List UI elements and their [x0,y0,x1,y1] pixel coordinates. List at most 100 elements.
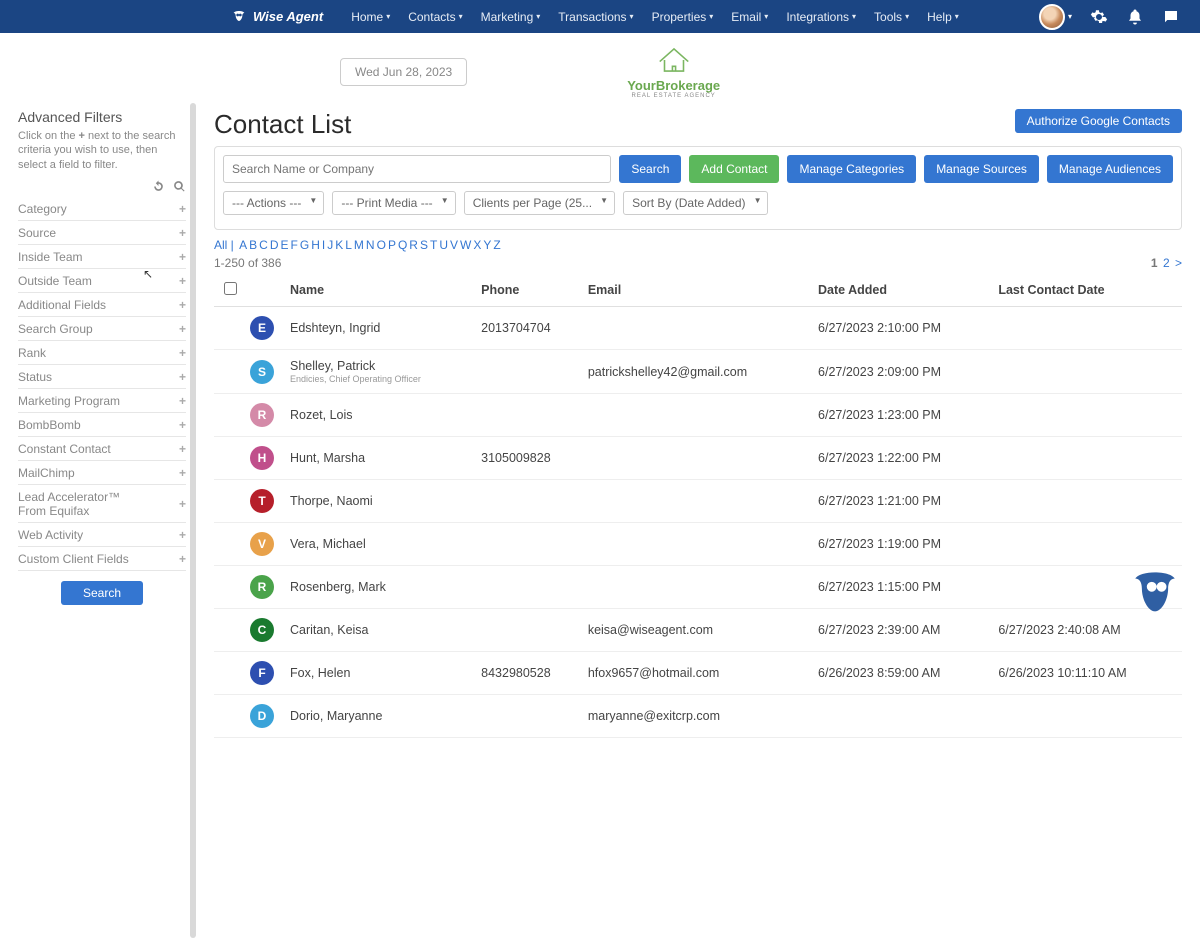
sort-by-select[interactable]: Sort By (Date Added) [623,191,768,215]
add-contact-button[interactable]: Add Contact [689,155,779,183]
alpha-S[interactable]: S [420,238,428,252]
alpha-O[interactable]: O [377,238,386,252]
alpha-L[interactable]: L [345,238,352,252]
col-last-contact[interactable]: Last Contact Date [994,274,1182,307]
authorize-google-button[interactable]: Authorize Google Contacts [1015,109,1182,133]
col-phone[interactable]: Phone [477,274,584,307]
nav-item-integrations[interactable]: Integrations▾ [778,6,864,28]
table-row[interactable]: RRosenberg, Mark6/27/2023 1:15:00 PM [214,566,1182,609]
date-display[interactable]: Wed Jun 28, 2023 [340,58,467,86]
table-row[interactable]: VVera, Michael6/27/2023 1:19:00 PM [214,523,1182,566]
user-avatar-menu[interactable]: ▾ [1039,4,1072,30]
alpha-K[interactable]: K [335,238,343,252]
plus-icon[interactable]: + [179,298,186,312]
alpha-R[interactable]: R [409,238,418,252]
plus-icon[interactable]: + [179,226,186,240]
filter-row[interactable]: Source+ [18,221,186,245]
nav-item-help[interactable]: Help▾ [919,6,967,28]
nav-item-home[interactable]: Home▾ [343,6,398,28]
manage-audiences-button[interactable]: Manage Audiences [1047,155,1173,183]
table-row[interactable]: RRozet, Lois6/27/2023 1:23:00 PM [214,394,1182,437]
filter-row[interactable]: Lead Accelerator™ From Equifax+ [18,485,186,523]
sidebar-search-button[interactable]: Search [61,581,143,605]
filter-row[interactable]: Status+ [18,365,186,389]
filter-row[interactable]: Custom Client Fields+ [18,547,186,571]
alpha-all[interactable]: All | [214,238,237,252]
table-row[interactable]: SShelley, PatrickEndicies, Chief Operati… [214,350,1182,394]
plus-icon[interactable]: + [179,370,186,384]
gear-icon[interactable] [1090,8,1108,26]
filter-row[interactable]: Web Activity+ [18,523,186,547]
alpha-V[interactable]: V [450,238,458,252]
table-row[interactable]: CCaritan, Keisakeisa@wiseagent.com6/27/2… [214,609,1182,652]
plus-icon[interactable]: + [179,528,186,542]
filter-row[interactable]: Outside Team+ [18,269,186,293]
alpha-Z[interactable]: Z [493,238,500,252]
alpha-Q[interactable]: Q [398,238,407,252]
plus-icon[interactable]: + [179,394,186,408]
nav-item-marketing[interactable]: Marketing▾ [473,6,549,28]
plus-icon[interactable]: + [179,466,186,480]
alpha-X[interactable]: X [473,238,481,252]
nav-item-contacts[interactable]: Contacts▾ [400,6,470,28]
alpha-G[interactable]: G [300,238,309,252]
alpha-H[interactable]: H [311,238,320,252]
alpha-F[interactable]: F [291,238,298,252]
table-row[interactable]: HHunt, Marsha31050098286/27/2023 1:22:00… [214,437,1182,480]
plus-icon[interactable]: + [179,274,186,288]
filter-row[interactable]: Additional Fields+ [18,293,186,317]
alpha-U[interactable]: U [439,238,448,252]
alpha-W[interactable]: W [460,238,471,252]
plus-icon[interactable]: + [179,442,186,456]
pager-next[interactable]: > [1175,256,1182,270]
search-input[interactable] [223,155,611,183]
plus-icon[interactable]: + [179,322,186,336]
alpha-M[interactable]: M [354,238,364,252]
nav-item-properties[interactable]: Properties▾ [644,6,722,28]
alpha-B[interactable]: B [249,238,257,252]
alpha-D[interactable]: D [270,238,279,252]
nav-item-email[interactable]: Email▾ [723,6,776,28]
plus-icon[interactable]: + [179,346,186,360]
alpha-I[interactable]: I [322,238,325,252]
pager-page-2[interactable]: 2 [1163,256,1170,270]
manage-categories-button[interactable]: Manage Categories [787,155,916,183]
brand[interactable]: Wise Agent [230,9,323,25]
plus-icon[interactable]: + [179,552,186,566]
col-date-added[interactable]: Date Added [814,274,994,307]
filter-row[interactable]: Inside Team+ [18,245,186,269]
alpha-A[interactable]: A [239,238,247,252]
filter-row[interactable]: MailChimp+ [18,461,186,485]
filter-row[interactable]: Constant Contact+ [18,437,186,461]
filter-row[interactable]: BombBomb+ [18,413,186,437]
refresh-icon[interactable] [152,180,165,193]
filter-row[interactable]: Category+ [18,197,186,221]
table-row[interactable]: FFox, Helen8432980528hfox9657@hotmail.co… [214,652,1182,695]
plus-icon[interactable]: + [179,202,186,216]
search-icon[interactable] [173,180,186,193]
bell-icon[interactable] [1126,8,1144,26]
col-name[interactable]: Name [286,274,477,307]
table-row[interactable]: EEdshteyn, Ingrid20137047046/27/2023 2:1… [214,307,1182,350]
table-row[interactable]: DDorio, Maryannemaryanne@exitcrp.com [214,695,1182,738]
plus-icon[interactable]: + [179,418,186,432]
actions-select[interactable]: --- Actions --- [223,191,324,215]
chat-icon[interactable] [1162,8,1180,26]
nav-item-transactions[interactable]: Transactions▾ [550,6,641,28]
alpha-C[interactable]: C [259,238,268,252]
manage-sources-button[interactable]: Manage Sources [924,155,1039,183]
alpha-T[interactable]: T [430,238,437,252]
nav-item-tools[interactable]: Tools▾ [866,6,917,28]
alpha-E[interactable]: E [281,238,289,252]
clients-per-page-select[interactable]: Clients per Page (25... [464,191,615,215]
filter-row[interactable]: Rank+ [18,341,186,365]
plus-icon[interactable]: + [179,497,186,511]
search-button[interactable]: Search [619,155,681,183]
alpha-Y[interactable]: Y [483,238,491,252]
alpha-J[interactable]: J [327,238,333,252]
select-all-checkbox[interactable] [224,282,237,295]
col-email[interactable]: Email [584,274,814,307]
alpha-N[interactable]: N [366,238,375,252]
table-row[interactable]: TThorpe, Naomi6/27/2023 1:21:00 PM [214,480,1182,523]
print-media-select[interactable]: --- Print Media --- [332,191,455,215]
